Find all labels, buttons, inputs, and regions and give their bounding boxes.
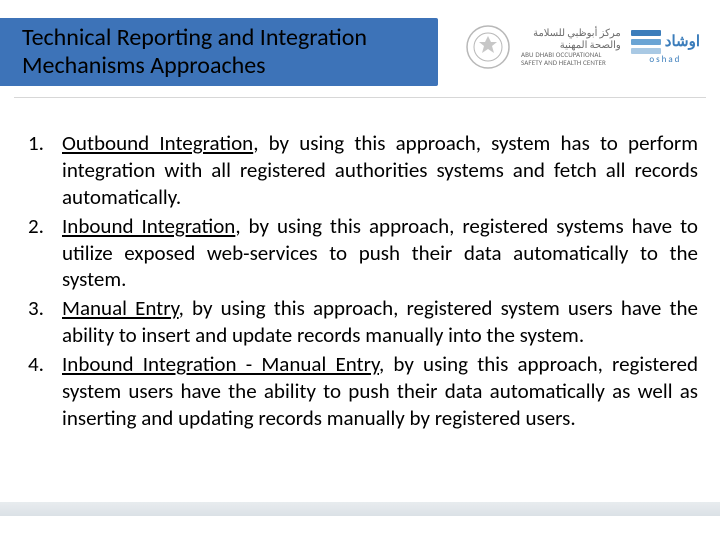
item-content: Outbound Integration, by using this appr… — [62, 130, 698, 211]
list-item: 1. Outbound Integration, by using this a… — [28, 130, 698, 211]
org-seal-icon — [465, 24, 511, 70]
item-number: 3. — [28, 295, 62, 349]
oshad-english: oshad — [649, 55, 681, 64]
oshad-logo: اوشاد oshad — [631, 30, 700, 64]
item-content: Manual Entry, by using this approach, re… — [62, 295, 698, 349]
footer-bar — [0, 502, 720, 516]
org-name-block: مركز أبوظبي للسلامة والصحة المهنية ABU D… — [521, 27, 621, 68]
oshad-arabic: اوشاد — [665, 35, 700, 50]
slide-title: Technical Reporting and Integration Mech… — [0, 24, 375, 79]
item-number: 2. — [28, 213, 62, 294]
org-name-arabic: مركز أبوظبي للسلامة والصحة المهنية — [521, 27, 621, 51]
item-term: Inbound Integration - Manual Entry — [62, 351, 379, 377]
item-content: Inbound Integration - Manual Entry, by u… — [62, 351, 698, 432]
item-number: 1. — [28, 130, 62, 211]
item-term: Manual Entry — [62, 295, 179, 321]
item-term: Inbound Integration — [62, 213, 235, 239]
header-divider — [14, 97, 706, 98]
list-item: 4. Inbound Integration - Manual Entry, b… — [28, 351, 698, 432]
brand-logo-block: مركز أبوظبي للسلامة والصحة المهنية ABU D… — [465, 24, 700, 70]
title-line1: Technical Reporting and Integration — [22, 23, 367, 52]
oshad-bars-icon — [631, 30, 661, 54]
title-line2: Mechanisms Approaches — [22, 51, 266, 80]
body-list: 1. Outbound Integration, by using this a… — [28, 130, 698, 434]
item-content: Inbound Integration, by using this appro… — [62, 213, 698, 294]
item-number: 4. — [28, 351, 62, 432]
list-item: 3. Manual Entry, by using this approach,… — [28, 295, 698, 349]
item-term: Outbound Integration — [62, 130, 253, 156]
list-item: 2. Inbound Integration, by using this ap… — [28, 213, 698, 294]
org-name-english: ABU DHABI OCCUPATIONAL SAFETY AND HEALTH… — [521, 51, 621, 68]
title-bar: Technical Reporting and Integration Mech… — [0, 18, 438, 86]
